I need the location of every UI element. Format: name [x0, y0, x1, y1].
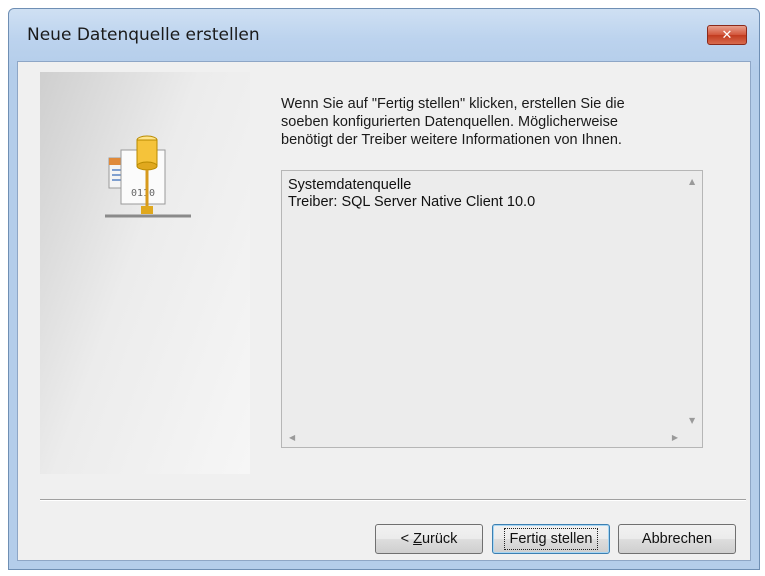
- vertical-scrollbar[interactable]: ▲ ▼: [684, 171, 702, 429]
- summary-textbox[interactable]: Systemdatenquelle Treiber: SQL Server Na…: [281, 170, 703, 448]
- close-button[interactable]: ✕: [707, 25, 747, 45]
- title-bar[interactable]: Neue Datenquelle erstellen ✕: [9, 9, 759, 61]
- finish-button[interactable]: Fertig stellen: [492, 524, 610, 554]
- cancel-button[interactable]: Abbrechen: [618, 524, 736, 554]
- separator-line: [40, 499, 746, 501]
- dialog-window: Neue Datenquelle erstellen ✕ 0110 Wenn S…: [8, 8, 760, 570]
- back-button-prefix: <: [400, 531, 414, 547]
- odbc-datasource-icon: 0110: [105, 135, 191, 218]
- scroll-up-icon[interactable]: ▲: [689, 177, 695, 186]
- horizontal-scrollbar[interactable]: ◀ ▶: [282, 429, 684, 447]
- svg-text:0110: 0110: [131, 188, 155, 199]
- intro-text: Wenn Sie auf "Fertig stellen" klicken, e…: [281, 96, 625, 148]
- finish-button-label: Fertig stellen: [504, 528, 598, 550]
- close-icon: ✕: [721, 27, 733, 43]
- back-button[interactable]: < Zurück: [375, 524, 483, 554]
- back-button-mnemonic: Z: [413, 531, 422, 547]
- back-button-label: urück: [421, 531, 458, 547]
- scroll-right-icon[interactable]: ▶: [672, 433, 678, 442]
- summary-text: Systemdatenquelle Treiber: SQL Server Na…: [288, 177, 536, 210]
- scroll-down-icon[interactable]: ▼: [689, 416, 695, 425]
- scroll-corner: [684, 429, 702, 447]
- dialog-client-area: 0110 Wenn Sie auf "Fertig stellen" klick…: [17, 61, 751, 561]
- wizard-side-panel: 0110: [40, 72, 250, 474]
- scroll-left-icon[interactable]: ◀: [289, 433, 295, 442]
- cancel-button-label: Abbrechen: [641, 531, 713, 547]
- window-title: Neue Datenquelle erstellen: [27, 25, 260, 45]
